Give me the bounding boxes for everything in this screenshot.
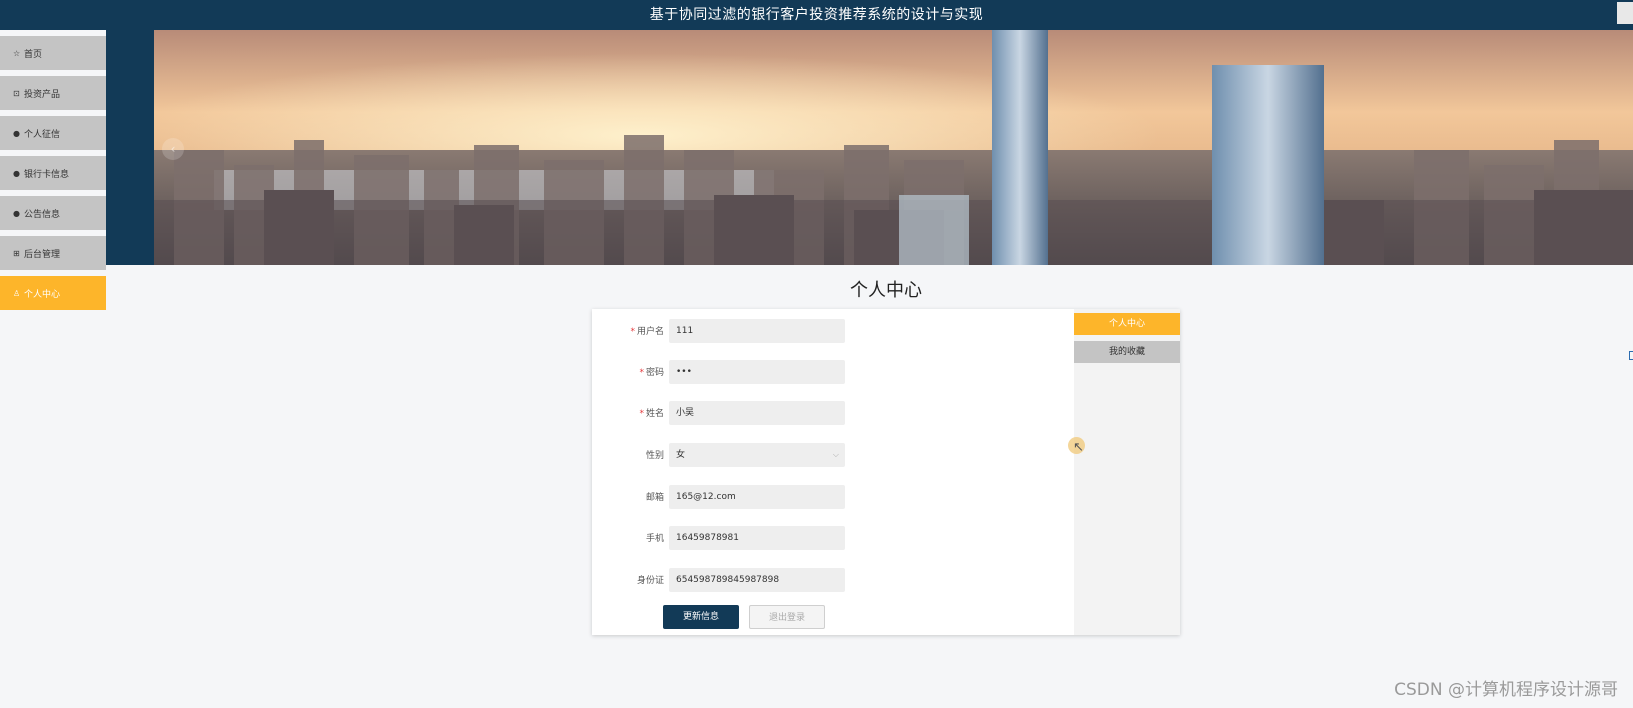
field-label: 性别 [592,448,664,461]
carousel-prev-button[interactable]: ‹ [162,138,184,160]
help-icon: ● [13,168,20,178]
update-info-button[interactable]: 更新信息 [663,605,739,629]
id-card-input[interactable]: 654598789845987898 [669,568,845,592]
top-bar: 基于协同过滤的银行客户投资推荐系统的设计与实现 [0,0,1633,30]
sidebar-item-label: 投资产品 [24,89,61,100]
tab-my-favorites[interactable]: 我的收藏 [1074,341,1180,363]
field-label: 身份证 [592,573,664,586]
required-mark: * [639,368,644,378]
sidebar-item-label: 后台管理 [24,249,61,260]
field-label-text: 姓名 [645,409,664,419]
notice-icon: ● [13,208,20,218]
field-label-text: 性别 [645,451,664,461]
info-icon: ● [13,128,20,138]
email-input[interactable]: 165@12.com [669,485,845,509]
logout-button[interactable]: 退出登录 [749,605,825,629]
mouse-cursor-icon: ↖ [1073,440,1084,455]
app-title: 基于协同过滤的银行客户投资推荐系统的设计与实现 [649,7,984,23]
tab-personal-center[interactable]: 个人中心 [1074,313,1180,335]
required-mark: * [639,409,644,419]
page-title: 个人中心 [850,280,922,301]
corner-button[interactable] [1617,2,1633,24]
username-input[interactable]: 111 [669,319,845,343]
field-label: * 姓名 [592,406,664,419]
field-label: * 用户名 [592,324,664,337]
banner-carousel [154,30,1633,265]
sidebar-item-label: 公告信息 [24,209,61,220]
sidebar-item-bank-card[interactable]: ● 银行卡信息 [0,156,106,190]
gender-select[interactable]: 女 ⌵ [669,443,845,467]
field-label-text: 用户名 [636,327,664,337]
chevron-down-icon: ⌵ [832,450,839,459]
city-skyline-image [154,30,1633,265]
sidebar-item-label: 个人征信 [24,129,61,140]
star-icon: ☆ [13,48,21,58]
field-label: * 密码 [592,365,664,378]
bag-icon: ⊡ [13,88,20,98]
gender-select-value: 女 [676,450,686,460]
required-mark: * [630,327,635,337]
banner-side-band [106,30,154,265]
field-label: 邮箱 [592,490,664,503]
sidebar-item-personal-credit[interactable]: ● 个人征信 [0,116,106,150]
sidebar: ☆ 首页 ⊡ 投资产品 ● 个人征信 ● 银行卡信息 ● 公告信息 ⊞ 后台管理… [0,36,106,316]
watermark: CSDN @计算机程序设计源哥 [1394,680,1618,700]
sidebar-item-admin[interactable]: ⊞ 后台管理 [0,236,106,270]
name-input[interactable]: 小吴 [669,401,845,425]
field-label-text: 手机 [645,534,664,544]
sidebar-item-label: 银行卡信息 [24,169,70,180]
edge-widget-icon[interactable] [1629,351,1633,360]
field-label-text: 密码 [645,368,664,378]
sidebar-item-investment-products[interactable]: ⊡ 投资产品 [0,76,106,110]
sidebar-item-announcements[interactable]: ● 公告信息 [0,196,106,230]
gift-icon: ⊞ [13,248,20,258]
field-label-text: 身份证 [636,576,664,586]
field-label: 手机 [592,531,664,544]
sidebar-item-label: 首页 [24,49,43,60]
sidebar-item-home[interactable]: ☆ 首页 [0,36,106,70]
password-input[interactable]: ••• [669,360,845,384]
profile-tabs-panel: 个人中心 我的收藏 [1074,309,1180,635]
phone-input[interactable]: 16459878981 [669,526,845,550]
field-label-text: 邮箱 [645,493,664,503]
